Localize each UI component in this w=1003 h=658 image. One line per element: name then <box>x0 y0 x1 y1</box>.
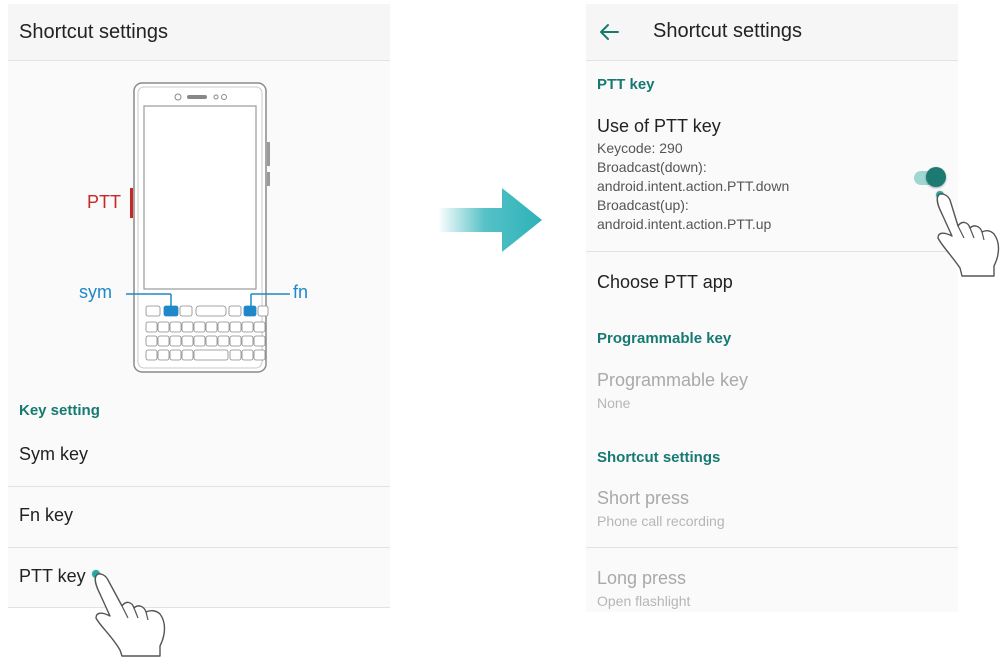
programmable-key-value: None <box>597 395 631 411</box>
programmable-key-section-header: Programmable key <box>597 330 732 347</box>
choose-ptt-app-item[interactable]: Choose PTT app <box>586 252 958 310</box>
programmable-key-item: Programmable key None <box>586 356 958 422</box>
fn-key-item[interactable]: Fn key <box>8 487 390 547</box>
short-press-title: Short press <box>597 488 690 508</box>
tap-hand-icon <box>936 193 1000 277</box>
left-screen: Shortcut settings PTT sym fn Key setting… <box>8 4 390 608</box>
long-press-title: Long press <box>597 568 687 588</box>
broadcast-down-label: Broadcast(down): <box>597 159 707 175</box>
ptt-callout-label: PTT <box>87 192 121 212</box>
key-setting-section-header: Key setting <box>19 402 100 419</box>
phone-illustration <box>126 82 290 373</box>
keycode-text: Keycode: 290 <box>597 140 683 156</box>
use-ptt-key-title: Use of PTT key <box>597 116 721 136</box>
broadcast-down-value: android.intent.action.PTT.down <box>597 178 790 194</box>
shortcut-settings-section-header: Shortcut settings <box>597 449 721 466</box>
transition-arrow-icon <box>438 188 542 252</box>
divider <box>8 607 390 608</box>
fn-callout-label: fn <box>293 282 309 302</box>
right-screen: Shortcut settings PTT key Use of PTT key… <box>586 4 958 612</box>
ptt-key-item[interactable]: PTT key <box>8 548 390 608</box>
ptt-toggle-thumb[interactable] <box>926 167 946 187</box>
ptt-key-section-header: PTT key <box>597 76 655 93</box>
sym-callout-label: sym <box>79 282 112 302</box>
short-press-item: Short press Phone call recording <box>586 476 958 546</box>
long-press-item: Long press Open flashlight <box>586 548 958 612</box>
broadcast-up-label: Broadcast(up): <box>597 197 689 213</box>
right-page-title: Shortcut settings <box>653 20 802 42</box>
ptt-key-label: PTT key <box>19 566 86 586</box>
tap-hand-icon <box>94 573 166 657</box>
use-ptt-key-item[interactable]: Use of PTT key Keycode: 290 Broadcast(do… <box>586 100 958 250</box>
left-app-bar: Shortcut settings <box>8 4 390 61</box>
right-app-bar: Shortcut settings <box>586 4 958 61</box>
sym-key-label: Sym key <box>19 444 89 464</box>
short-press-value: Phone call recording <box>597 513 725 529</box>
choose-ptt-app-label: Choose PTT app <box>597 272 733 292</box>
fn-key-label: Fn key <box>19 505 74 525</box>
left-page-title: Shortcut settings <box>19 21 168 43</box>
programmable-key-title: Programmable key <box>597 370 749 390</box>
long-press-value: Open flashlight <box>597 593 691 609</box>
broadcast-up-value: android.intent.action.PTT.up <box>597 216 772 232</box>
back-arrow-icon[interactable] <box>594 16 626 48</box>
sym-key-item[interactable]: Sym key <box>8 428 390 486</box>
